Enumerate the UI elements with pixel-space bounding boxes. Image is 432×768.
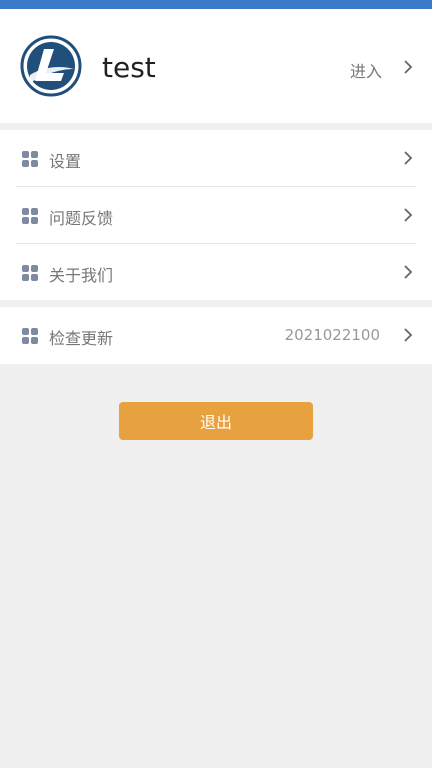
logo-icon — [20, 35, 82, 97]
username: test — [102, 51, 156, 84]
grid-icon — [22, 208, 38, 224]
feedback-label: 问题反馈 — [49, 209, 114, 228]
profile-card[interactable]: test 进入 — [0, 9, 432, 123]
chevron-right-icon — [400, 207, 416, 223]
about-row[interactable]: 关于我们 — [0, 244, 432, 301]
check-update-row[interactable]: 检查更新 2021022100 — [0, 307, 432, 364]
feedback-row[interactable]: 问题反馈 — [0, 187, 432, 244]
check-update-label: 检查更新 — [49, 329, 114, 348]
enter-label[interactable]: 进入 — [350, 58, 382, 82]
logout-button[interactable]: 退出 — [119, 402, 313, 440]
menu-section: 设置 问题反馈 关于我们 — [0, 130, 432, 300]
version-number: 2021022100 — [284, 326, 380, 344]
chevron-right-icon[interactable] — [400, 59, 416, 75]
chevron-right-icon — [400, 150, 416, 166]
update-section: 检查更新 2021022100 — [0, 307, 432, 364]
chevron-right-icon — [400, 264, 416, 280]
about-label: 关于我们 — [49, 266, 114, 285]
settings-label: 设置 — [49, 152, 82, 171]
grid-icon — [22, 265, 38, 281]
grid-icon — [22, 328, 38, 344]
grid-icon — [22, 151, 38, 167]
status-bar-accent — [0, 0, 432, 9]
chevron-right-icon — [400, 327, 416, 343]
settings-row[interactable]: 设置 — [0, 130, 432, 187]
